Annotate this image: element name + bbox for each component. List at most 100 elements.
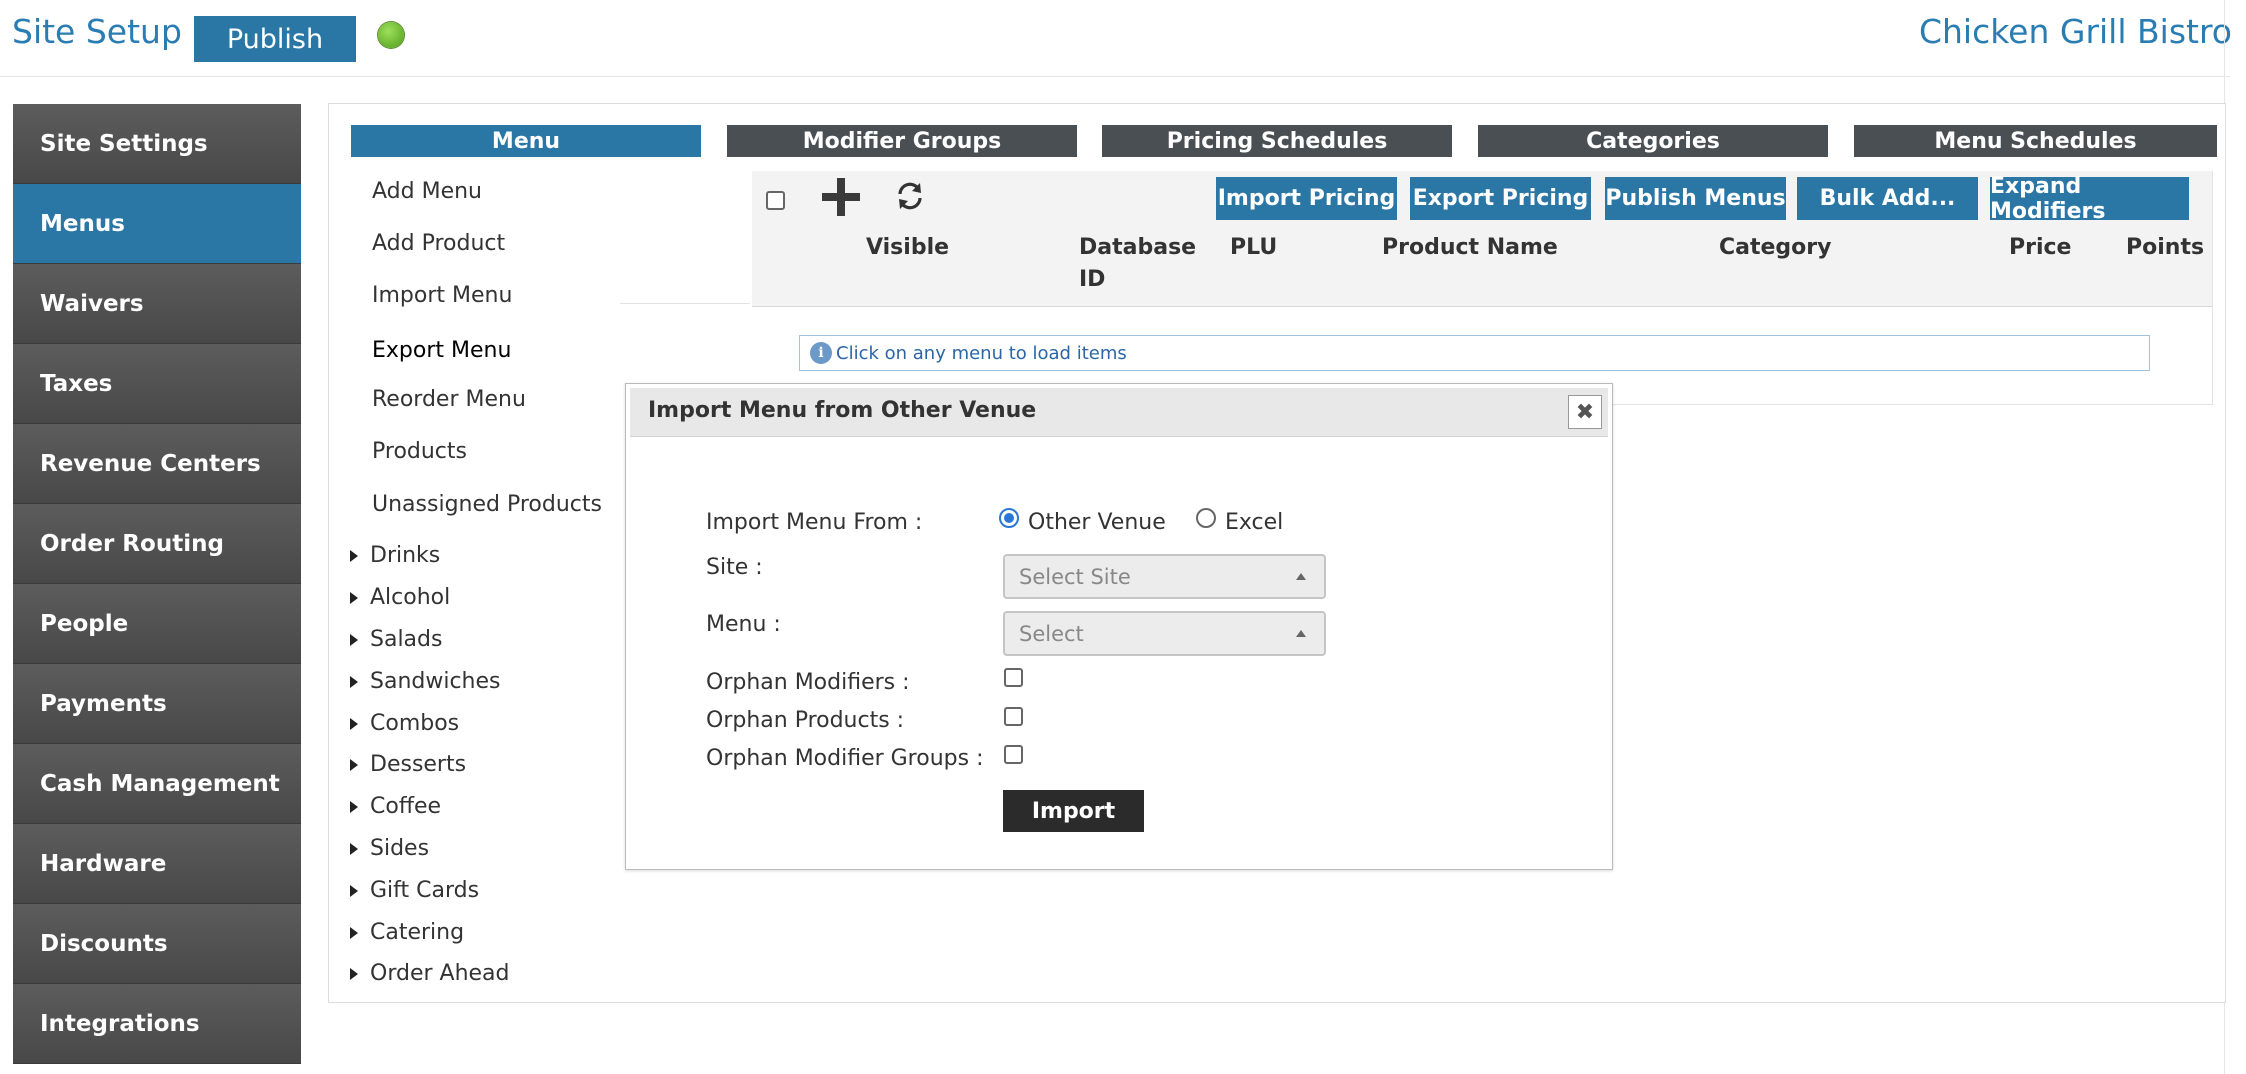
tree-item-label: Sandwiches — [370, 669, 501, 694]
sidebar-item-site-settings[interactable]: Site Settings — [13, 104, 301, 184]
tree-item-label: Salads — [370, 627, 443, 652]
reorder-menu-link[interactable]: Reorder Menu — [372, 387, 526, 412]
sidebar-item-waivers[interactable]: Waivers — [13, 264, 301, 344]
page-title: Site Setup — [12, 12, 182, 51]
orphan-products-checkbox[interactable] — [1004, 707, 1023, 726]
column-header-visible[interactable]: Visible — [866, 232, 949, 264]
info-message-text: Click on any menu to load items — [836, 342, 1127, 364]
tab-menu[interactable]: Menu — [351, 125, 701, 157]
tree-item-combos[interactable]: Combos — [350, 711, 459, 736]
radio-excel[interactable] — [1196, 508, 1216, 528]
unassigned-products-link[interactable]: Unassigned Products — [372, 492, 602, 517]
refresh-icon[interactable] — [894, 180, 926, 212]
orphan-modifier-groups-checkbox[interactable] — [1004, 745, 1023, 764]
menu-actions-divider — [620, 303, 750, 304]
tree-item-label: Combos — [370, 711, 460, 736]
status-indicator-icon — [378, 22, 404, 48]
caret-right-icon — [350, 717, 358, 730]
tree-item-sandwiches[interactable]: Sandwiches — [350, 669, 501, 694]
products-link[interactable]: Products — [372, 439, 467, 464]
tree-item-coffee[interactable]: Coffee — [350, 794, 441, 819]
publish-button[interactable]: Publish — [194, 16, 356, 62]
column-header-product-name[interactable]: Product Name — [1382, 232, 1558, 264]
tree-item-gift-cards[interactable]: Gift Cards — [350, 878, 479, 903]
caret-up-icon — [1296, 630, 1306, 637]
expand-modifiers-button[interactable]: Expand Modifiers — [1990, 174, 2189, 224]
tree-item-label: Sides — [370, 836, 430, 861]
caret-right-icon — [350, 591, 358, 604]
sidebar-item-payments[interactable]: Payments — [13, 664, 301, 744]
tree-item-alcohol[interactable]: Alcohol — [350, 585, 450, 610]
sidebar-item-cash-management[interactable]: Cash Management — [13, 744, 301, 824]
header-divider — [0, 76, 2230, 77]
caret-right-icon — [350, 675, 358, 688]
orphan-modifiers-label: Orphan Modifiers : — [706, 670, 910, 695]
column-header-points[interactable]: Points — [2126, 232, 2204, 264]
menu-select-value: Select — [1019, 621, 1084, 646]
tree-item-order-ahead[interactable]: Order Ahead — [350, 961, 510, 986]
radio-other-venue-label[interactable]: Other Venue — [1028, 510, 1166, 535]
import-button[interactable]: Import — [1003, 790, 1144, 832]
site-select-value: Select Site — [1019, 564, 1131, 589]
add-product-link[interactable]: Add Product — [372, 231, 505, 256]
orphan-modifiers-checkbox[interactable] — [1004, 668, 1023, 687]
tree-item-label: Desserts — [370, 752, 467, 777]
caret-up-icon — [1296, 573, 1306, 580]
tab-modifier-groups[interactable]: Modifier Groups — [727, 125, 1077, 157]
column-header-price[interactable]: Price — [2009, 232, 2071, 264]
column-header-category[interactable]: Category — [1719, 232, 1831, 264]
caret-right-icon — [350, 884, 358, 897]
sidebar-item-menus[interactable]: Menus — [13, 184, 301, 264]
tree-item-drinks[interactable]: Drinks — [350, 543, 440, 568]
caret-right-icon — [350, 967, 358, 980]
radio-other-venue[interactable] — [999, 508, 1019, 528]
publish-menus-button[interactable]: Publish Menus — [1605, 177, 1786, 220]
tree-item-label: Gift Cards — [370, 878, 480, 903]
sidebar-item-revenue-centers[interactable]: Revenue Centers — [13, 424, 301, 504]
select-all-checkbox[interactable] — [766, 191, 785, 210]
plus-icon[interactable] — [822, 178, 860, 216]
export-pricing-button[interactable]: Export Pricing — [1410, 177, 1591, 220]
menu-label: Menu : — [706, 612, 781, 637]
sidebar-item-taxes[interactable]: Taxes — [13, 344, 301, 424]
tree-item-desserts[interactable]: Desserts — [350, 752, 466, 777]
caret-right-icon — [350, 926, 358, 939]
close-icon[interactable]: ✖ — [1568, 395, 1602, 429]
info-icon: i — [810, 342, 832, 364]
bulk-add-button[interactable]: Bulk Add... — [1797, 177, 1978, 220]
tab-menu-schedules[interactable]: Menu Schedules — [1854, 125, 2217, 157]
caret-right-icon — [350, 633, 358, 646]
radio-excel-label[interactable]: Excel — [1225, 510, 1283, 535]
tree-item-label: Catering — [370, 920, 465, 945]
column-header-plu[interactable]: PLU — [1230, 232, 1277, 264]
tree-item-sides[interactable]: Sides — [350, 836, 429, 861]
export-menu-link[interactable]: Export Menu — [372, 338, 511, 363]
orphan-modifier-groups-label: Orphan Modifier Groups : — [706, 746, 984, 771]
venue-name: Chicken Grill Bistro — [1918, 12, 2232, 51]
caret-right-icon — [350, 800, 358, 813]
info-message: i Click on any menu to load items — [799, 335, 2150, 371]
import-pricing-button[interactable]: Import Pricing — [1216, 177, 1397, 220]
tree-item-catering[interactable]: Catering — [350, 920, 464, 945]
column-header-database-id[interactable]: Database ID — [1079, 232, 1196, 296]
add-menu-link[interactable]: Add Menu — [372, 179, 482, 204]
sidebar-item-order-routing[interactable]: Order Routing — [13, 504, 301, 584]
sidebar-item-integrations[interactable]: Integrations — [13, 984, 301, 1064]
tree-item-label: Alcohol — [370, 585, 451, 610]
sidebar-item-hardware[interactable]: Hardware — [13, 824, 301, 904]
sidebar-item-people[interactable]: People — [13, 584, 301, 664]
menu-select[interactable]: Select — [1003, 611, 1326, 656]
sidebar-item-discounts[interactable]: Discounts — [13, 904, 301, 984]
tree-item-label: Coffee — [370, 794, 442, 819]
tab-pricing-schedules[interactable]: Pricing Schedules — [1102, 125, 1452, 157]
site-select[interactable]: Select Site — [1003, 554, 1326, 599]
import-menu-link[interactable]: Import Menu — [372, 283, 512, 308]
import-from-label: Import Menu From : — [706, 510, 923, 535]
caret-right-icon — [350, 842, 358, 855]
dialog-title: Import Menu from Other Venue — [648, 398, 1037, 423]
orphan-products-label: Orphan Products : — [706, 708, 905, 733]
caret-right-icon — [350, 758, 358, 771]
tree-item-salads[interactable]: Salads — [350, 627, 442, 652]
tab-categories[interactable]: Categories — [1478, 125, 1828, 157]
caret-right-icon — [350, 549, 358, 562]
